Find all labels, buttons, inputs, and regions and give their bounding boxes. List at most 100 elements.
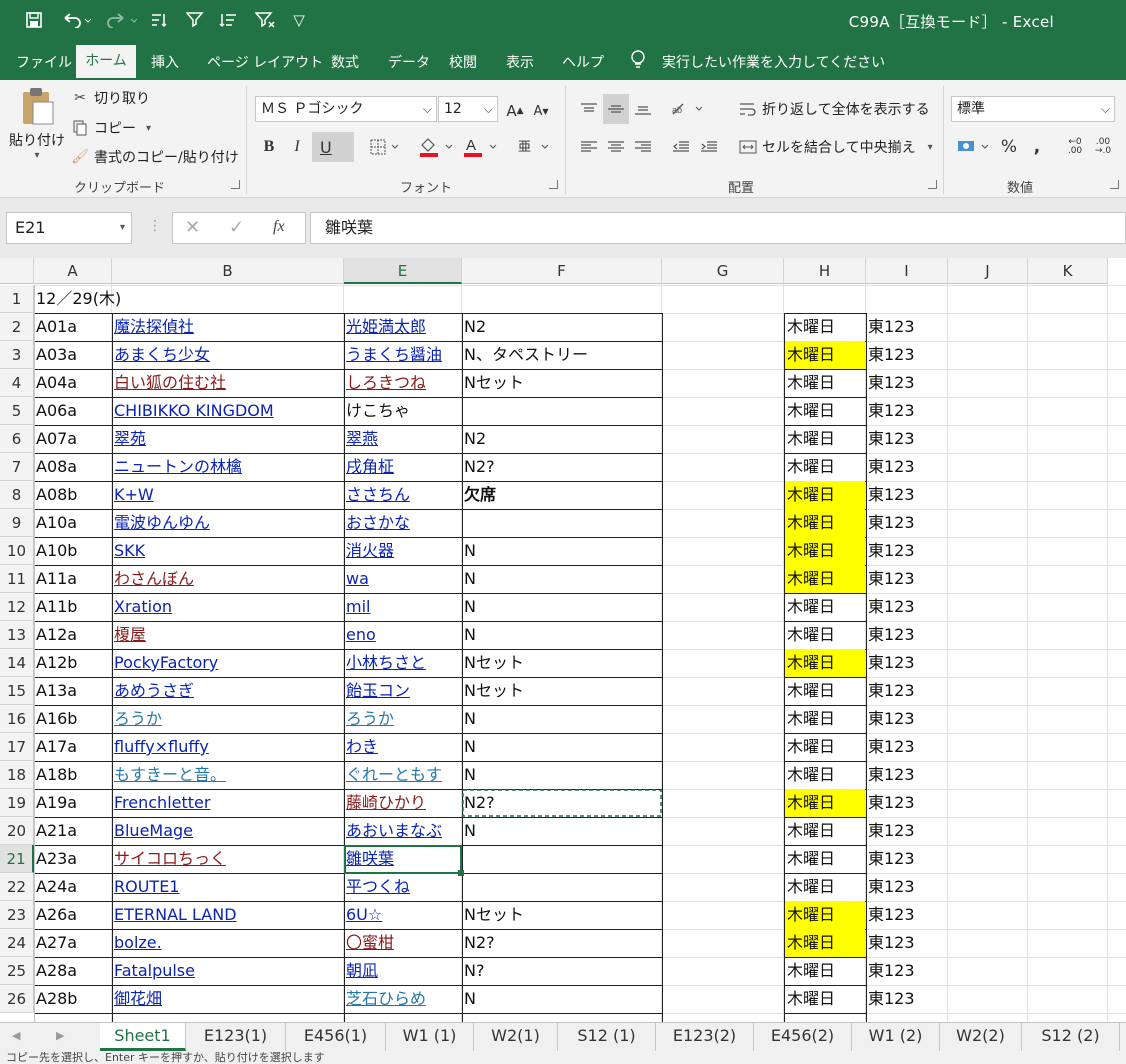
author-cell[interactable]: けこちゃ [344, 397, 462, 425]
tab-help[interactable]: ヘルプ [562, 52, 604, 72]
hall-cell[interactable]: 東123 [866, 733, 948, 761]
notes-cell[interactable]: 欠席 [462, 481, 662, 509]
day-cell[interactable]: 木曜日 [785, 845, 865, 873]
row-header[interactable]: 5 [0, 397, 34, 425]
booth-cell[interactable]: A12a [34, 621, 112, 649]
paste-button[interactable]: 貼り付け ▾ [9, 86, 65, 166]
circle-name-cell[interactable]: SKK [112, 537, 342, 565]
hall-cell[interactable]: 東123 [866, 677, 948, 705]
author-cell[interactable]: 光姫満太郎 [344, 313, 462, 341]
tab-view[interactable]: 表示 [506, 52, 534, 72]
booth-cell[interactable]: A11a [34, 565, 112, 593]
author-cell[interactable]: 消火器 [344, 537, 462, 565]
circle-name-cell[interactable]: Fatalpulse [112, 957, 342, 985]
day-cell[interactable]: 木曜日 [785, 509, 865, 537]
day-cell[interactable]: 木曜日 [785, 341, 865, 369]
day-cell[interactable]: 木曜日 [785, 369, 865, 397]
circle-name-cell[interactable]: 翠苑 [112, 425, 342, 453]
notes-cell[interactable] [462, 397, 662, 425]
column-header-i[interactable]: I [866, 258, 948, 284]
booth-cell[interactable]: A11b [34, 593, 112, 621]
hall-cell[interactable]: 東123 [866, 901, 948, 929]
hall-cell[interactable]: 東123 [866, 565, 948, 593]
orientation-button[interactable]: ab [668, 94, 708, 124]
column-header-b[interactable]: B [112, 258, 344, 284]
circle-name-cell[interactable]: CHIBIKKO KINGDOM [112, 397, 342, 425]
row-header[interactable]: 1 [0, 285, 34, 313]
grow-font-button[interactable]: A ▲ [502, 96, 528, 126]
booth-cell[interactable]: A10b [34, 537, 112, 565]
day-cell[interactable]: 木曜日 [785, 313, 865, 341]
sheet-tab[interactable]: W2(1) [474, 1023, 558, 1051]
notes-cell[interactable]: N [462, 537, 662, 565]
bold-button[interactable]: B [256, 132, 282, 162]
booth-cell[interactable]: A26a [34, 901, 112, 929]
circle-name-cell[interactable]: ろうか [112, 705, 342, 733]
column-header-h[interactable]: H [784, 258, 866, 284]
notes-cell[interactable]: N2 [462, 313, 662, 341]
author-cell[interactable]: wa [344, 565, 462, 593]
circle-name-cell[interactable]: fluffy×fluffy [112, 733, 342, 761]
booth-cell[interactable]: A16b [34, 705, 112, 733]
hall-cell[interactable]: 東123 [866, 537, 948, 565]
increase-indent-button[interactable] [696, 132, 722, 162]
circle-name-cell[interactable]: 白い狐の住む社 [112, 369, 342, 397]
row-header[interactable]: 13 [0, 621, 34, 649]
day-cell[interactable]: 木曜日 [785, 929, 865, 957]
phonetic-button[interactable]: 亜 [512, 132, 552, 162]
day-cell[interactable]: 木曜日 [785, 789, 865, 817]
font-color-button[interactable]: A [460, 132, 500, 162]
booth-cell[interactable]: A10a [34, 509, 112, 537]
booth-cell[interactable]: A07a [34, 425, 112, 453]
row-header[interactable]: 9 [0, 509, 34, 537]
scroll-left-icon[interactable]: ◀ [12, 1029, 20, 1042]
row-header[interactable]: 22 [0, 873, 34, 901]
day-cell[interactable]: 木曜日 [785, 621, 865, 649]
row-header[interactable]: 26 [0, 985, 34, 1013]
font-size-combo[interactable]: 12 ⌵ [438, 96, 498, 122]
day-cell[interactable]: 木曜日 [785, 649, 865, 677]
author-cell[interactable]: 芝石ひらめ [344, 985, 462, 1013]
circle-name-cell[interactable]: Xration [112, 593, 342, 621]
name-box[interactable]: E21 ▾ [6, 212, 132, 244]
row-header[interactable]: 19 [0, 789, 34, 817]
hall-cell[interactable]: 東123 [866, 369, 948, 397]
author-cell[interactable]: 戌角柾 [344, 453, 462, 481]
filter-icon[interactable] [185, 8, 205, 32]
shrink-font-button[interactable]: A ▼ [528, 96, 554, 126]
formula-input[interactable]: 雛咲葉 [310, 212, 1126, 244]
notes-cell[interactable]: N [462, 985, 662, 1013]
hall-cell[interactable]: 東123 [866, 957, 948, 985]
author-cell[interactable]: ささちん [344, 481, 462, 509]
notes-cell[interactable] [462, 509, 662, 537]
hall-cell[interactable]: 東123 [866, 593, 948, 621]
author-cell[interactable]: 6U☆ [344, 901, 462, 929]
hall-cell[interactable]: 東123 [866, 397, 948, 425]
hall-cell[interactable]: 東123 [866, 985, 948, 1013]
hall-cell[interactable]: 東123 [866, 817, 948, 845]
font-launcher-icon[interactable] [549, 180, 558, 189]
fill-color-button[interactable] [416, 132, 456, 162]
underline-button[interactable]: U [312, 132, 354, 162]
sheet-tab[interactable]: S12 (2) [1022, 1023, 1120, 1051]
enter-icon[interactable]: ✓ [229, 217, 244, 238]
author-cell[interactable]: ろうか [344, 705, 462, 733]
sheet-tab[interactable]: S12 (1) [558, 1023, 656, 1051]
wrap-text-button[interactable]: 折り返して全体を表示する [738, 99, 930, 119]
column-header-f[interactable]: F [462, 258, 662, 284]
column-header-e[interactable]: E [344, 258, 462, 284]
hall-cell[interactable]: 東123 [866, 873, 948, 901]
hall-cell[interactable]: 東123 [866, 649, 948, 677]
column-header-k[interactable]: K [1028, 258, 1108, 284]
circle-name-cell[interactable]: bolze. [112, 929, 342, 957]
tell-me-search[interactable]: 実行したい作業を入力してください [662, 52, 885, 72]
row-header[interactable]: 25 [0, 957, 34, 985]
booth-cell[interactable]: A21a [34, 817, 112, 845]
row-header[interactable]: 20 [0, 817, 34, 845]
sheet-tab[interactable]: E123(1) [186, 1023, 286, 1051]
clear-filter-icon[interactable] [254, 8, 276, 32]
booth-cell[interactable]: A08a [34, 453, 112, 481]
hall-cell[interactable]: 東123 [866, 481, 948, 509]
row-header[interactable]: 3 [0, 341, 34, 369]
booth-cell[interactable]: A06a [34, 397, 112, 425]
